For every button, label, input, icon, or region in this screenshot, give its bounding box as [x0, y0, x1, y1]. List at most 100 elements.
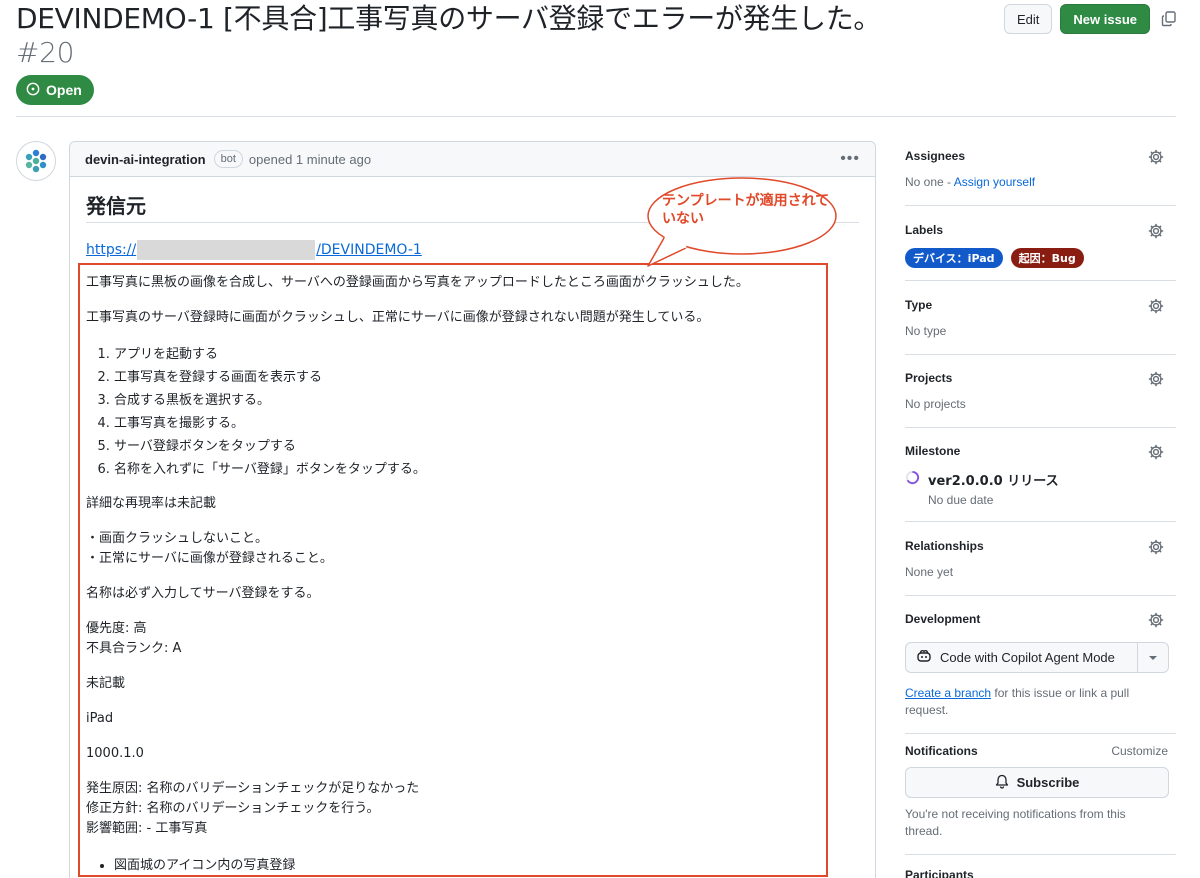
body-paragraph: 1000.1.0 [86, 746, 144, 761]
assignees-title: Assignees [905, 149, 966, 163]
copilot-agent-main[interactable]: Code with Copilot Agent Mode [906, 643, 1138, 672]
copilot-icon [916, 648, 932, 667]
subscribe-label: Subscribe [1016, 775, 1080, 790]
divider [905, 280, 1176, 281]
milestone-section: Milestone ver2.0.0.0 リリース No due date [905, 444, 1176, 507]
body-paragraph: 優先度: 高不具合ランク: A [86, 619, 826, 659]
gear-icon[interactable] [1148, 612, 1164, 628]
chevron-down-icon[interactable] [1138, 643, 1168, 672]
list-item: サーバ登録ボタンをタップする [114, 435, 826, 458]
divider [905, 595, 1176, 596]
body-paragraph: 名称は必ず入力してサーバ登録をする。 [86, 586, 320, 601]
notifications-title: Notifications [905, 744, 978, 758]
divider [905, 854, 1176, 855]
body-line: ・正常にサーバに画像が登録されること。 [86, 551, 333, 566]
more-options-icon[interactable]: ••• [840, 150, 860, 168]
avatar[interactable] [16, 141, 56, 181]
labels-list: デバイス：iPad 起因：Bug [905, 247, 1176, 268]
body-paragraph: 未記載 [86, 676, 126, 691]
comment-timestamp: opened 1 minute ago [248, 151, 372, 167]
gear-icon[interactable] [1148, 149, 1164, 165]
customize-link[interactable]: Customize [1111, 744, 1168, 758]
impact-list: 図面城のアイコン内の写真登録 [114, 854, 826, 877]
body-heading: 発信元 [86, 194, 146, 218]
type-value: No type [905, 324, 947, 338]
body-paragraph: 発生原因: 名称のバリデーションチェックが足りなかった 修正方針: 名称のバリデー… [86, 779, 826, 839]
gear-icon[interactable] [1148, 539, 1164, 555]
open-issue-icon [26, 82, 40, 99]
relationships-title: Relationships [905, 539, 984, 553]
gear-icon[interactable] [1148, 223, 1164, 239]
devin-logo-icon [25, 149, 47, 173]
source-link-suffix[interactable]: /DEVINDEMO-1 [316, 242, 422, 258]
projects-value: No projects [905, 397, 966, 411]
projects-section: Projects No projects [905, 371, 1176, 411]
gear-icon[interactable] [1148, 444, 1164, 460]
divider [905, 205, 1176, 206]
list-item: アプリを起動する [114, 343, 826, 366]
gear-icon[interactable] [1148, 371, 1164, 387]
redacted-block [137, 240, 316, 260]
subscribe-button[interactable]: Subscribe [905, 767, 1169, 798]
milestone-progress-icon [905, 470, 920, 489]
divider [905, 427, 1176, 428]
header-actions: Edit New issue [1004, 4, 1180, 34]
source-link-prefix[interactable]: https:// [86, 242, 136, 258]
notifications-section: Notifications Customize Subscribe You're… [905, 744, 1176, 840]
notifications-note: You're not receiving notifications from … [905, 807, 1126, 838]
milestone-title: Milestone [905, 444, 961, 458]
relationships-value: None yet [905, 565, 954, 579]
issue-number: #20 [16, 36, 75, 69]
type-title: Type [905, 298, 933, 312]
list-item: 工事写真を登録する画面を表示する [114, 366, 826, 389]
milestone-link[interactable]: ver2.0.0.0 リリース [905, 470, 1176, 489]
gear-icon[interactable] [1148, 298, 1164, 314]
issue-title-text: DEVINDEMO-1 [不具合]工事写真のサーバ登録でエラーが発生した。 [16, 2, 882, 35]
header-divider [16, 116, 1176, 117]
body-line: ・画面クラッシュしないこと。 [86, 531, 269, 546]
list-item: 名称を入れずに「サーバ登録」ボタンをタップする。 [114, 458, 826, 481]
copy-link-icon[interactable] [1158, 8, 1180, 30]
labels-section: Labels デバイス：iPad 起因：Bug [905, 223, 1176, 268]
label-cause-bug[interactable]: 起因：Bug [1010, 248, 1084, 268]
assignees-value: No one - Assign yourself [905, 175, 1176, 189]
issue-state-badge: Open [16, 75, 94, 105]
assign-yourself-link[interactable]: Assign yourself [954, 175, 1035, 189]
body-paragraph: 工事写真のサーバ登録時に画面がクラッシュし、正常にサーバに画像が登録されない問題… [86, 310, 710, 325]
body-paragraph: iPad [86, 711, 114, 726]
body-line: 修正方針: 名称のバリデーションチェックを行う。 [86, 801, 380, 816]
copilot-agent-button[interactable]: Code with Copilot Agent Mode [905, 642, 1169, 673]
assignees-none: No one - [905, 175, 954, 189]
steps-list: アプリを起動する 工事写真を登録する画面を表示する 合成する黒板を選択する。 工… [114, 343, 826, 481]
projects-title: Projects [905, 371, 953, 385]
edit-button[interactable]: Edit [1004, 4, 1053, 34]
participants-title: Participants [905, 868, 974, 878]
divider [905, 733, 1176, 734]
source-link[interactable]: https:// /DEVINDEMO-1 [86, 240, 422, 260]
relationships-section: Relationships None yet [905, 539, 1176, 579]
body-paragraph: 詳細な再現率は未記載 [86, 496, 217, 511]
bot-badge: bot [213, 150, 243, 168]
issue-title: DEVINDEMO-1 [不具合]工事写真のサーバ登録でエラーが発生した。 #2… [16, 2, 886, 70]
list-item: 合成する黒板を選択する。 [114, 389, 826, 412]
body-line: 不具合ランク: A [86, 641, 182, 656]
assignees-section: Assignees No one - Assign yourself [905, 149, 1176, 189]
type-section: Type No type [905, 298, 1176, 338]
comment-header: devin-ai-integration bot opened 1 minute… [70, 142, 875, 177]
body-line: 影響範囲: - 工事写真 [86, 821, 208, 836]
issue-state-label: Open [46, 82, 82, 98]
labels-title: Labels [905, 223, 944, 237]
create-branch-link[interactable]: Create a branch [905, 686, 991, 700]
label-device-ipad[interactable]: デバイス：iPad [905, 248, 1003, 268]
development-section: Development Code with Copilot Agent Mode… [905, 612, 1176, 719]
body-line: 発生原因: 名称のバリデーションチェックが足りなかった [86, 781, 420, 796]
body-line: 優先度: 高 [86, 621, 147, 636]
comment-author[interactable]: devin-ai-integration [85, 152, 206, 167]
bell-icon [995, 774, 1009, 792]
milestone-name[interactable]: ver2.0.0.0 リリース [928, 470, 1059, 489]
list-item: 図面城のアイコン内の写真登録 [114, 854, 826, 877]
list-item: 工事写真を撮影する。 [114, 412, 826, 435]
development-title: Development [905, 612, 981, 626]
new-issue-button[interactable]: New issue [1060, 4, 1150, 34]
comment-body: 工事写真に黒板の画像を合成し、サーバへの登録画面から写真をアップロードしたところ… [86, 273, 826, 878]
